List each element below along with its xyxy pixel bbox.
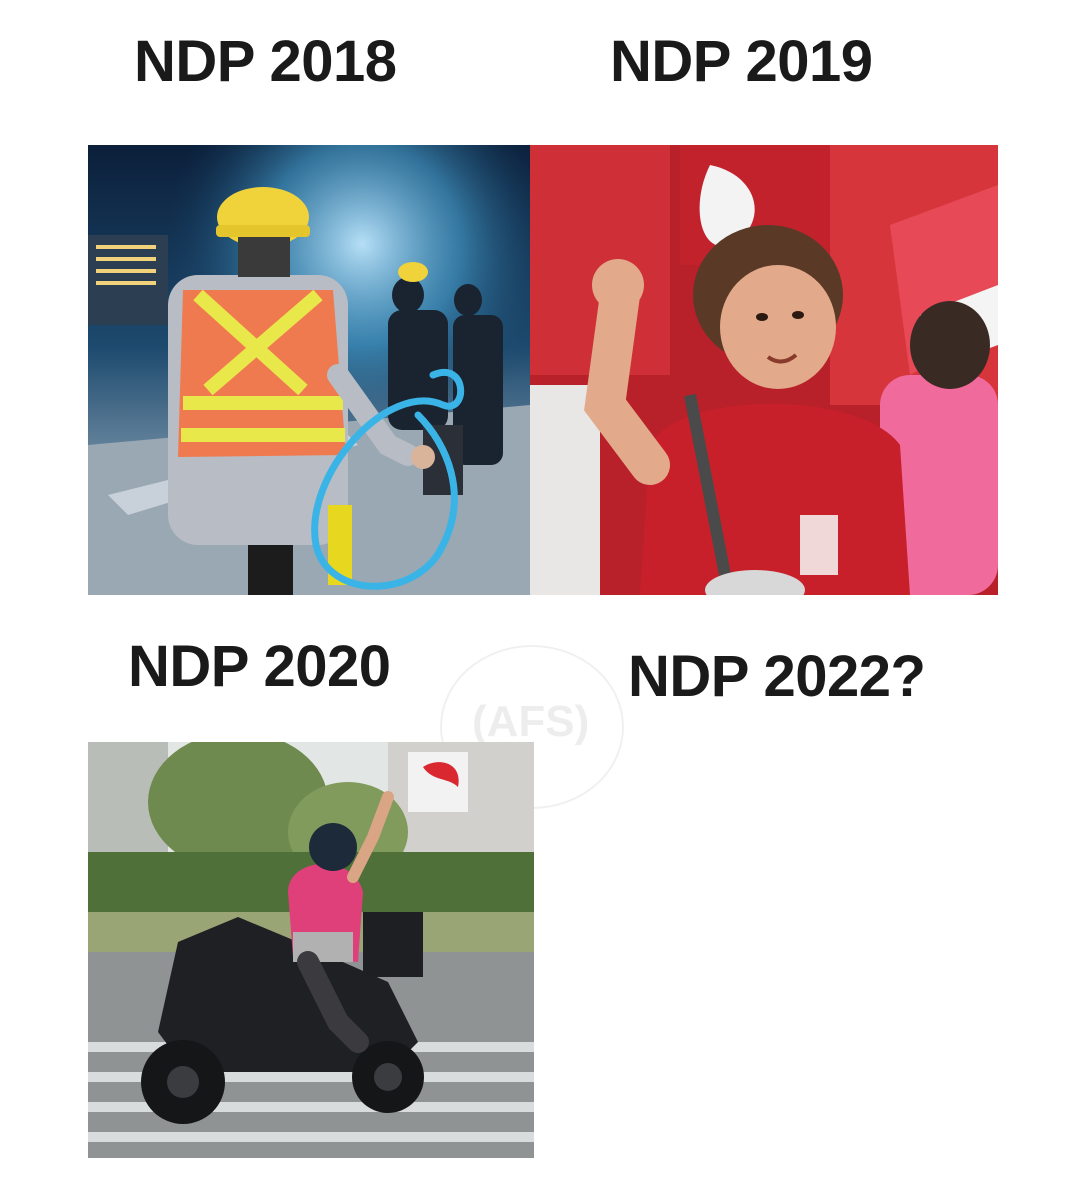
- photo-ndp-2018: [88, 145, 530, 595]
- watermark-text: (AFS): [472, 697, 590, 746]
- caption-ndp-2020: NDP 2020: [128, 634, 391, 699]
- photo-ndp-2020: [88, 742, 534, 1158]
- caption-ndp-2018: NDP 2018: [134, 29, 397, 94]
- photo-ndp-2019: [530, 145, 998, 595]
- caption-ndp-2019: NDP 2019: [610, 29, 873, 94]
- caption-ndp-2022: NDP 2022?: [628, 644, 926, 709]
